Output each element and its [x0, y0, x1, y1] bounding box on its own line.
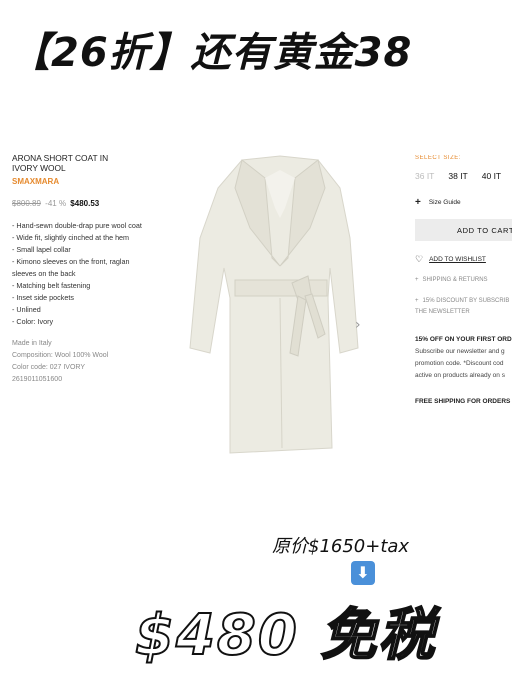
price-row: $800.89 -41 % $480.53 [12, 199, 177, 208]
size-option-36[interactable]: 36 IT [415, 171, 434, 181]
description-line: - Kimono sleeves on the front, raglan sl… [12, 257, 130, 278]
size-guide-link[interactable]: + Size Guide [415, 197, 512, 208]
product-title: ARONA SHORT COAT IN IVORY WOOL [12, 153, 109, 173]
description-line: - Unlined [12, 305, 41, 314]
discount-line-1: 15% DISCOUNT BY SUBSCRIB [422, 298, 510, 304]
add-to-cart-button[interactable]: ADD TO CART [415, 219, 512, 241]
free-shipping-note: FREE SHIPPING FOR ORDERS O [415, 398, 512, 405]
newsletter-discount-toggle[interactable]: +15% DISCOUNT BY SUBSCRIB THE NEWSLETTER [415, 296, 512, 318]
shipping-returns-toggle[interactable]: + SHIPPING & RETURNS [415, 275, 512, 286]
size-guide-label: Size Guide [428, 199, 461, 206]
plus-icon: + [415, 277, 419, 283]
size-options: 36 IT 38 IT 40 IT [415, 171, 512, 181]
newsletter-body: Subscribe our newsletter and g promotion… [415, 346, 512, 382]
coat-illustration [189, 155, 359, 454]
meta-line: Made in Italy [12, 340, 52, 347]
newsletter-line: Subscribe our newsletter and g [415, 348, 505, 355]
product-meta: Made in Italy Composition: Wool 100% Woo… [12, 338, 177, 386]
down-arrow-icon: ⬇ [351, 561, 375, 585]
add-to-wishlist-link[interactable]: ♡ ADD TO WISHLIST [415, 254, 512, 265]
promo-headline: 【26折】还有黄金38 [10, 30, 413, 76]
product-image[interactable] [180, 148, 375, 463]
newsletter-line: promotion code. *Discount cod [415, 360, 504, 367]
newsletter-title: 15% OFF ON YOUR FIRST ORDE [415, 336, 512, 343]
final-price-banner: $480 免税 [134, 602, 437, 669]
select-size-label: SELECT SIZE: [415, 155, 461, 161]
wishlist-label: ADD TO WISHLIST [429, 256, 486, 263]
description-line: - Small lapel collar [12, 245, 71, 254]
description-line: - Matching belt fastening [12, 281, 91, 290]
plus-icon: + [415, 197, 421, 208]
shipping-returns-label: SHIPPING & RETURNS [422, 277, 488, 283]
current-price: $480.53 [70, 199, 100, 208]
plus-icon: + [415, 298, 419, 304]
description-line: - Wide fit, slightly cinched at the hem [12, 233, 130, 242]
brand-link[interactable]: SMAXMARA [12, 177, 177, 186]
meta-line: 2619011051600 [12, 376, 63, 383]
description-line: - Hand-sewn double-drap pure wool coat [12, 221, 142, 230]
size-option-38[interactable]: 38 IT [448, 171, 467, 181]
discount-percent: -41 % [45, 199, 67, 208]
description-line: - Inset side pockets [12, 293, 74, 302]
newsletter-line: active on products already on s [415, 372, 505, 379]
description-line: - Color: Ivory [12, 317, 54, 326]
heart-icon: ♡ [415, 254, 424, 264]
size-option-40[interactable]: 40 IT [482, 171, 501, 181]
discount-line-2: THE NEWSLETTER [415, 309, 470, 315]
meta-line: Color code: 027 IVORY [12, 364, 86, 371]
product-description: - Hand-sewn double-drap pure wool coat -… [12, 220, 177, 328]
product-info: ARONA SHORT COAT IN IVORY WOOL SMAXMARA … [12, 153, 177, 386]
original-price-note: 原价$1650+tax [272, 536, 410, 557]
meta-line: Composition: Wool 100% Wool [12, 352, 109, 359]
next-image-chevron-icon[interactable]: › [355, 317, 361, 333]
old-price: $800.89 [12, 199, 41, 208]
purchase-panel: SELECT SIZE: 36 IT 38 IT 40 IT + Size Gu… [415, 155, 512, 405]
